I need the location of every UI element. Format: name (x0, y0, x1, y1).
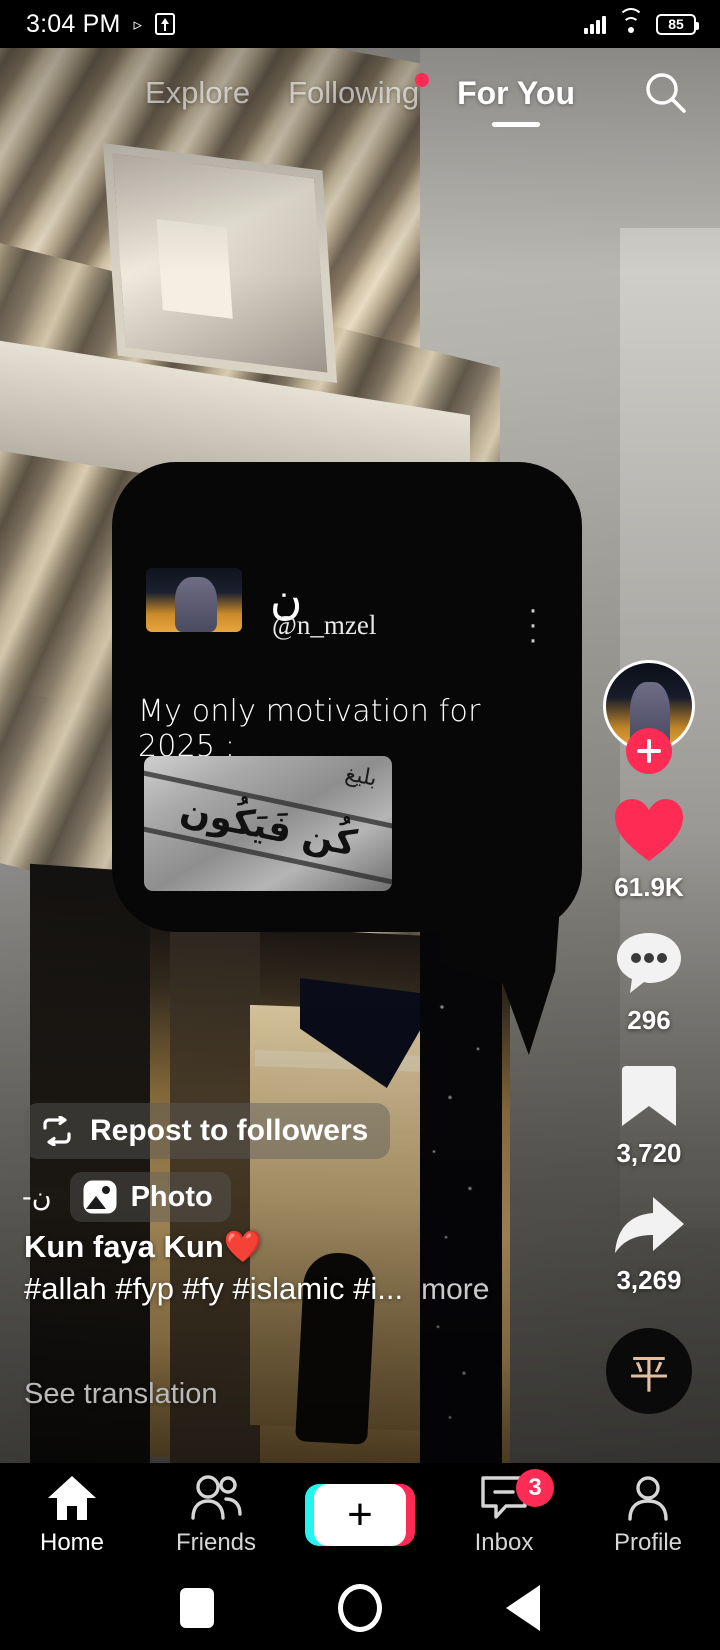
like-count: 61.9K (614, 872, 684, 902)
heart-icon (615, 799, 683, 861)
caption-tags-row: #allah #fyp #fy #islamic #i... more (24, 1271, 544, 1307)
circle-home-icon[interactable] (338, 1584, 382, 1632)
bookmark-count: 3,720 (616, 1138, 682, 1168)
music-disc-glyph: 平 (629, 1352, 669, 1398)
create-plus-icon[interactable]: + (305, 1483, 415, 1546)
battery-icon: 85 (656, 13, 699, 35)
bookmark-button[interactable]: 3,720 (616, 1062, 682, 1169)
create-plus-glyph: + (347, 1489, 373, 1539)
follow-button[interactable] (626, 728, 672, 774)
bookmark-icon (621, 1066, 676, 1126)
profile-icon (628, 1475, 668, 1521)
repost-to-followers-button[interactable]: Repost to followers (24, 1103, 391, 1159)
status-bar-left: 3:04 PM ▹ (0, 9, 176, 39)
nav-item-profile[interactable]: Profile (576, 1473, 720, 1557)
shared-card-photo[interactable]: بليغ كُن فَيَكُون (144, 756, 392, 891)
inbox-badge: 3 (516, 1468, 554, 1507)
wifi-icon (618, 8, 644, 34)
photo-badge[interactable]: Photo (69, 1172, 231, 1222)
tab-following-label: Following (288, 75, 420, 110)
share-count: 3,269 (616, 1265, 682, 1295)
caption-block: Kun faya Kun❤️ #allah #fyp #fy #islamic … (24, 1228, 544, 1307)
shared-card-handle[interactable]: @n_mzel (272, 610, 376, 641)
play-icon: ▹ (133, 14, 143, 34)
home-icon (48, 1475, 96, 1520)
shared-card-photo-arabic-top: بليغ (343, 761, 380, 792)
tab-for-you[interactable]: For You (457, 75, 575, 112)
author-avatar-block[interactable] (603, 660, 695, 774)
nav-item-create[interactable]: + (288, 1483, 432, 1546)
comment-count: 296 (627, 1005, 671, 1035)
music-disc-icon[interactable]: 平 (606, 1328, 692, 1414)
nav-label-inbox: Inbox (474, 1528, 534, 1556)
photo-badge-label: Photo (130, 1180, 213, 1213)
nav-label-home: Home (39, 1528, 105, 1556)
shared-post-card[interactable]: ن @n_mzel · · · My only motivation for 202… (112, 462, 582, 932)
system-navigation-bar (0, 1566, 720, 1650)
share-button[interactable]: 3,269 (612, 1195, 686, 1296)
share-arrow-icon (615, 1197, 684, 1253)
nav-label-friends: Friends (175, 1528, 257, 1556)
tab-following[interactable]: Following (288, 73, 430, 111)
tiktok-video-screen: 3:04 PM ▹ 85 Explore Following For You ن… (0, 0, 720, 1650)
status-bar: 3:04 PM ▹ 85 (0, 0, 720, 48)
comment-icon (617, 933, 681, 993)
like-button[interactable]: 61.9K (612, 796, 686, 903)
caption-more-link[interactable]: more (421, 1273, 489, 1307)
battery-level: 85 (668, 16, 684, 32)
square-recents-icon[interactable] (180, 1588, 214, 1628)
repost-icon (43, 1116, 71, 1146)
comment-button[interactable]: 296 (613, 929, 685, 1036)
post-meta-row: -ن Photo (22, 1172, 231, 1222)
status-time: 3:04 PM (26, 9, 121, 38)
signal-icon (584, 14, 606, 34)
status-bar-right: 85 (584, 8, 720, 35)
shared-card-avatar[interactable] (146, 568, 242, 632)
nav-item-inbox[interactable]: 3 Inbox (432, 1468, 576, 1557)
nav-label-profile: Profile (613, 1528, 683, 1556)
friends-icon (191, 1474, 242, 1520)
post-username[interactable]: -ن (22, 1182, 52, 1213)
following-notification-dot (415, 73, 430, 87)
search-icon[interactable] (642, 70, 688, 116)
tab-explore[interactable]: Explore (145, 75, 250, 111)
top-tab-bar: Explore Following For You (0, 48, 720, 138)
more-vertical-icon[interactable]: · · · (528, 595, 538, 655)
nav-item-friends[interactable]: Friends (144, 1473, 288, 1557)
upload-icon (155, 13, 176, 35)
caption-title: Kun faya Kun❤️ (24, 1229, 263, 1264)
nav-item-home[interactable]: Home (0, 1473, 144, 1557)
photo-icon (83, 1180, 117, 1214)
see-translation-link[interactable]: See translation (24, 1378, 217, 1411)
action-rail: 61.9K 296 3,720 3,269 平 (594, 660, 704, 1414)
repost-label: Repost to followers (90, 1114, 369, 1147)
triangle-back-icon[interactable] (506, 1585, 540, 1631)
shared-card-text: My only motivation for 2025 : (138, 694, 481, 764)
caption-hashtags[interactable]: #allah #fyp #fy #islamic #i... (24, 1271, 403, 1307)
bottom-nav-bar: Home Friends + 3 Inbox Profile (0, 1463, 720, 1566)
